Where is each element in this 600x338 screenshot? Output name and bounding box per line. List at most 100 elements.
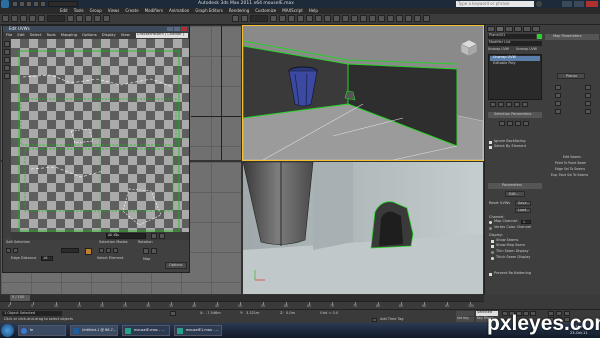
viewport-perspective[interactable] [242,25,484,161]
shrink-selection-icon[interactable] [507,121,513,126]
lock-selection-icon[interactable] [170,311,176,316]
face-mode-icon[interactable] [113,248,118,253]
uv-min-icon[interactable] [167,27,173,31]
bind-space-warp-icon[interactable] [38,15,45,22]
modifier-stack[interactable]: Unwrap UVW Editable Poly [488,54,542,100]
uv-menu-mapping[interactable]: Mapping [61,33,77,37]
create-tab-icon[interactable] [487,26,495,32]
select-and-scale-icon[interactable] [241,15,248,22]
object-color-swatch[interactable] [537,34,542,39]
material-editor-icon[interactable] [396,15,403,22]
exp-face-sel-label[interactable]: Exp. Face Sel To Seams [551,173,588,177]
uv-max-icon[interactable] [174,27,180,31]
menu-item-create[interactable]: Create [125,9,138,13]
project-folder-dropdown[interactable] [48,1,78,7]
prevent-reflattening-checkbox[interactable] [489,273,492,276]
window-crossing-icon[interactable] [94,15,101,22]
open-file-icon[interactable] [19,1,25,7]
show-seams-checkbox[interactable] [491,240,494,243]
redo-icon[interactable] [11,15,18,22]
rotate-plus-icon[interactable] [143,248,149,254]
hierarchy-tab-icon[interactable] [505,26,513,32]
reference-coord-icon[interactable] [250,15,268,22]
map-parameters-rollout[interactable]: Map Parameters [545,34,599,40]
map-channel-radio[interactable] [489,221,492,224]
manipulate-icon[interactable] [279,15,286,22]
percent-snap-icon[interactable] [315,15,322,22]
pin-stack-icon[interactable] [490,102,496,107]
menu-item-modifiers[interactable]: Modifiers [145,9,163,13]
utilities-tab-icon[interactable] [532,26,540,32]
align-y-icon[interactable] [555,93,561,98]
close-button[interactable] [586,1,598,7]
uv-editor-window[interactable]: Edit UVWs File Edit Select Tools Mapping Opti… [2,25,190,273]
remove-modifier-icon[interactable] [514,102,520,107]
uv-menu-tools[interactable]: Tools [46,33,55,37]
align-icon[interactable] [351,15,358,22]
selection-params-rollout[interactable]: Selection Parameters [488,112,542,118]
uv-hide-icon[interactable] [159,233,165,239]
add-time-tag-icon[interactable] [372,318,377,322]
render-setup-icon[interactable] [405,15,412,22]
uv-canvas[interactable] [11,39,189,239]
search-icon[interactable] [536,1,542,7]
vertex-color-radio[interactable] [489,227,492,230]
modifier-list-dropdown[interactable]: Modifier List [488,40,542,46]
edit-named-sets-icon[interactable] [333,15,340,22]
select-and-rotate-icon[interactable] [232,15,239,22]
uv-menu-display[interactable]: Display [102,33,116,37]
ignore-backfacing-checkbox[interactable] [489,141,492,144]
curve-editor-icon[interactable] [378,15,385,22]
search-box[interactable]: Type a keyword or phrase [456,1,534,7]
reset-uvws-label[interactable]: Reset UVWs [489,201,510,206]
options-button[interactable]: Options [165,262,187,269]
modify-tab-icon[interactable] [496,26,504,32]
motion-tab-icon[interactable] [514,26,522,32]
show-map-seam-checkbox[interactable] [491,245,494,248]
freeform-tool-icon[interactable] [4,65,10,71]
menu-item-group[interactable]: Group [90,9,102,13]
save-file-icon[interactable] [26,1,32,7]
map-channel-field[interactable]: 1 [521,220,531,224]
mirror-tool-icon[interactable] [4,73,10,79]
loop-selection-icon[interactable] [515,121,521,126]
taskbar-item-photoshop[interactable]: Untitled-1 @ 66.7... [70,325,118,336]
menu-item-views[interactable]: Views [108,9,120,13]
edge-mode-icon[interactable] [106,248,111,253]
uv-close-icon[interactable] [181,27,187,31]
edge-distance-field[interactable]: 16 [41,256,53,261]
ring-selection-icon[interactable] [523,121,529,126]
menu-item-animation[interactable]: Animation [169,9,189,13]
grow-selection-icon[interactable] [499,121,505,126]
center-icon[interactable] [585,93,591,98]
layer-manager-icon[interactable] [360,15,367,22]
graphite-icon[interactable] [369,15,376,22]
normal-align-icon[interactable] [585,109,591,114]
fit-icon[interactable] [585,85,591,90]
viewport-camera[interactable] [242,161,484,295]
uv-filter-dropdown[interactable]: All IDs [106,233,146,239]
thin-seam-radio[interactable] [491,251,494,254]
make-unique-icon[interactable] [506,102,512,107]
maximize-button[interactable] [574,1,584,7]
set-key-button[interactable]: Set Key [456,316,474,322]
menu-item-customize[interactable]: Customize [255,9,276,13]
render-icon[interactable] [423,15,430,22]
parameters-rollout[interactable]: Parameters [488,183,542,189]
view-align-icon[interactable] [585,101,591,106]
load-button[interactable]: Load... [515,208,531,213]
menu-item-graph-editors[interactable]: Graph Editors [195,9,222,13]
edit-seams-label[interactable]: Edit Seams [563,155,581,159]
link-icon[interactable] [20,15,27,22]
uv-button-orange-icon[interactable] [85,248,92,255]
best-align-icon[interactable] [555,109,561,114]
weld-spinner[interactable] [61,248,79,253]
planar-button[interactable]: Planar [557,73,585,79]
uv-lock-icon[interactable] [151,233,157,239]
add-time-tag-label[interactable]: Add Time Tag [380,317,404,322]
point-to-point-seam-label[interactable]: Point To Point Seam [555,161,586,165]
align-x-icon[interactable] [555,85,561,90]
edge-sel-seams-label[interactable]: Edge Sel To Seams [555,167,585,171]
menu-item-edit[interactable]: Edit [60,9,68,13]
spinner-snap-icon[interactable] [324,15,331,22]
